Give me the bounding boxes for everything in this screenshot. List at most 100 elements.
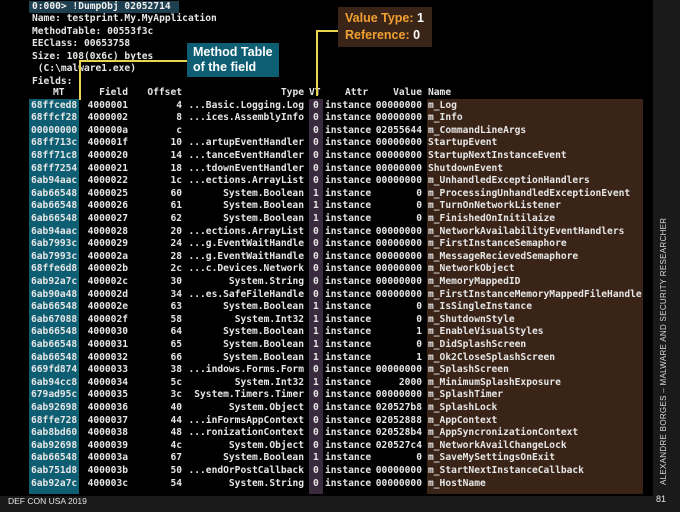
command-text: 0:000> !DumpObj 02052714 [32,1,171,12]
command-line: 0:000> !DumpObj 02052714 [29,1,179,13]
cell-vt: 0 [313,414,319,426]
cell-offset: 60 [170,187,182,199]
header-attr: Attr [345,87,369,98]
cell-name: m_MemoryMappedID [428,275,521,287]
cell-name: m_SplashLock [428,401,498,413]
header-vt: VT [309,87,321,98]
table-row: 00000000 400000a c 0 instance 02055644 m_Comma… [0,125,653,138]
cell-attr: instance [325,452,372,464]
cell-field: 400001f [87,137,128,149]
cell-attr: instance [325,401,372,413]
cell-name: m_FirstInstanceSemaphore [428,238,567,250]
cell-offset: 2c [170,263,182,275]
table-row: 68ffe6d8 400002b 2c ...c.Devices.Network 0 in… [0,263,653,276]
cell-value: 00000000 [375,112,422,124]
cell-field: 4000038 [87,427,128,439]
cell-field: 4000039 [87,439,128,451]
cell-vt: 0 [313,175,319,187]
table-row: 6ab66548 4000032 66 System.Boolean 1 instance… [0,352,653,365]
cell-vt: 1 [313,452,319,464]
cell-vt: 0 [313,137,319,149]
cell-offset: 30 [170,275,182,287]
cell-value: 1 [416,351,422,363]
page-number: 81 [655,494,666,504]
cell-name: m_ProcessingUnhandledExceptionEvent [428,187,631,199]
cell-value: 0 [416,301,422,313]
cell-offset: 40 [170,401,182,413]
cell-name: m_Log [428,99,457,111]
cell-field: 400003a [87,452,128,464]
header-name: Name [428,87,452,98]
method-table-leader-h [79,60,187,62]
table-row: 68ffced8 4000001 4 ...Basic.Logging.Log 0 ins… [0,100,653,113]
author-sidebar: ALEXANDRE BORGES – MALWARE AND SECURITY … [659,35,673,485]
cell-attr: instance [325,175,372,187]
value-type-value: 1 [417,11,424,25]
cell-mt: 00000000 [31,124,78,136]
cell-mt: 6ab66548 [31,187,78,199]
method-table-callout-line2: of the field [193,60,257,74]
cell-mt: 6ab92a7c [31,477,78,489]
table-row: 6ab66548 4000027 62 System.Boolean 1 instance… [0,213,653,226]
cell-type: ...c.Devices.Network [188,263,304,275]
cell-value: 00000000 [375,263,422,275]
cell-vt: 0 [313,225,319,237]
cell-mt: 6ab90a48 [31,288,78,300]
cell-name: m_MessageRecievedSemaphore [428,250,579,262]
cell-mt: 68ffe728 [31,414,78,426]
cell-name: m_SplashScreen [428,364,509,376]
cell-name: m_NetworkAvailChangeLock [428,439,567,451]
table-row: 68ff713c 400001f 10 ...artupEventHandler 0 in… [0,137,653,150]
value-type-callout: Value Type: 1 Reference: 0 [338,7,432,47]
cell-mt: 6ab66548 [31,326,78,338]
cell-attr: instance [325,187,372,199]
cell-field: 4000020 [87,149,128,161]
table-row: 6ab7993c 400002a 28 ...g.EventWaitHandle 0 in… [0,251,653,264]
conference-label: DEF CON USA 2019 [8,496,87,506]
cell-mt: 6ab7993c [31,250,78,262]
cell-mt: 68ff71c8 [31,149,78,161]
cell-attr: instance [325,275,372,287]
cell-attr: instance [325,326,372,338]
cell-mt: 6ab94aac [31,225,78,237]
cell-attr: instance [325,351,372,363]
cell-value: 0 [416,212,422,224]
header-type: Type [280,87,304,98]
cell-name: m_EnableVisualStyles [428,326,544,338]
cell-field: 4000035 [87,389,128,401]
cell-type: System.Int32 [234,376,304,388]
cell-type: ...ices.AssemblyInfo [188,112,304,124]
table-row: 6ab66548 4000030 64 System.Boolean 1 instance… [0,326,653,339]
cell-type: ...g.EventWaitHandle [188,250,304,262]
cell-field: 400003c [87,477,128,489]
cell-mt: 68ff713c [31,137,78,149]
cell-offset: 66 [170,351,182,363]
cell-value: 00000000 [375,275,422,287]
cell-field: 4000037 [87,414,128,426]
cell-name: m_CommandLineArgs [428,124,527,136]
cell-name: m_DidSplashScreen [428,338,527,350]
cell-field: 400000a [87,124,128,136]
cell-field: 4000032 [87,351,128,363]
cell-type: System.Object [228,439,304,451]
cell-name: m_IsSingleInstance [428,301,532,313]
cell-value: 00000000 [375,250,422,262]
cell-vt: 1 [313,301,319,313]
cell-field: 4000002 [87,112,128,124]
cell-value: 00000000 [375,149,422,161]
cell-name: m_ShutdownStyle [428,313,515,325]
cell-mt: 68ff7254 [31,162,78,174]
cell-type: ...ections.ArrayList [188,175,304,187]
cell-vt: 0 [313,99,319,111]
cell-vt: 0 [313,275,319,287]
cell-field: 400003b [87,464,128,476]
object-file: (C:\malware1.exe) [32,63,136,75]
cell-mt: 6ab66548 [31,301,78,313]
cell-value: 02055644 [375,124,422,136]
cell-field: 4000033 [87,364,128,376]
cell-mt: 68ffced8 [31,99,78,111]
cell-attr: instance [325,225,372,237]
cell-vt: 0 [313,464,319,476]
cell-offset: 18 [170,162,182,174]
cell-name: m_NetworkAvailabilityEventHandlers [428,225,625,237]
